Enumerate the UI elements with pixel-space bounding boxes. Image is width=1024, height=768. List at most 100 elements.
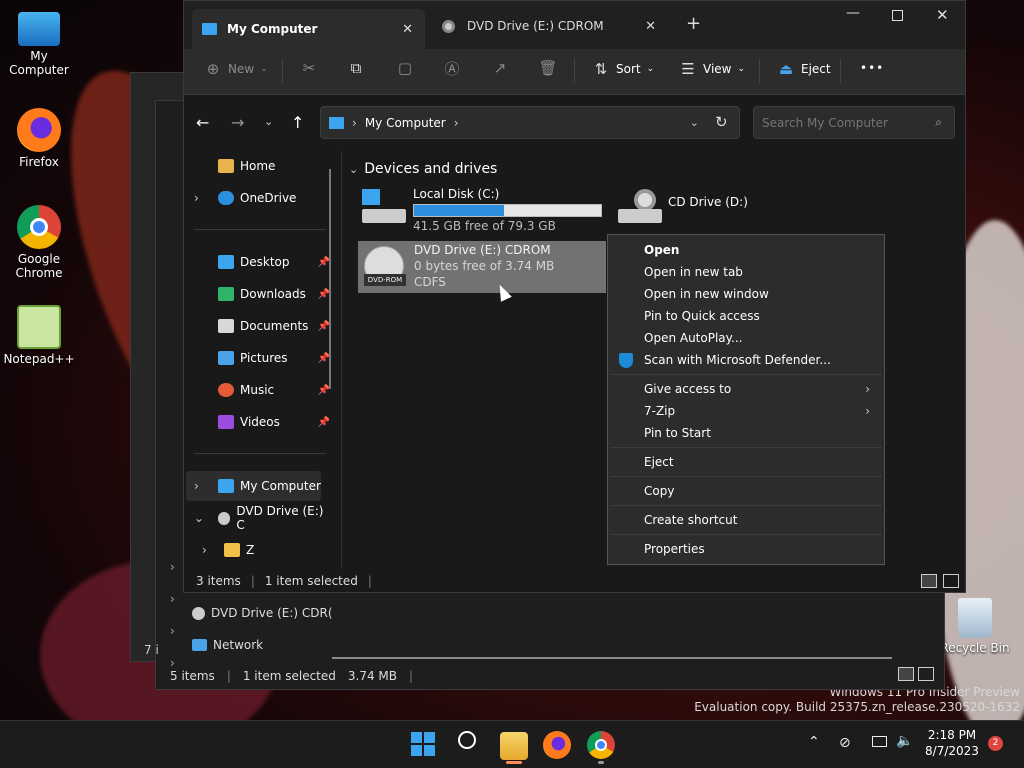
nav-item-downloads[interactable]: Downloads 📌 xyxy=(184,279,334,309)
search-taskbar-icon[interactable] xyxy=(458,731,476,749)
forward-arrow-icon[interactable]: → xyxy=(231,113,244,132)
nav-item-my-computer[interactable]: › My Computer xyxy=(186,471,321,501)
menu-item-pin-quick-access[interactable]: Pin to Quick access xyxy=(608,305,884,327)
delete-icon[interactable]: 🗑 xyxy=(538,59,557,77)
start-button[interactable] xyxy=(411,732,435,756)
search-box[interactable]: ⌕ xyxy=(753,106,955,139)
network-disconnected-icon[interactable]: ⊘ xyxy=(839,735,851,751)
dvd-rom-icon: DVD-ROM xyxy=(364,246,406,286)
navigation-pane: Home › OneDrive Desktop 📌 Downloads 📌 Docu… xyxy=(184,151,334,569)
search-input[interactable] xyxy=(762,115,912,130)
firefox-taskbar-icon[interactable] xyxy=(543,731,571,759)
more-options-button[interactable]: ••• xyxy=(860,61,884,75)
menu-item-give-access[interactable]: Give access to › xyxy=(608,378,884,400)
menu-item-open-new-tab[interactable]: Open in new tab xyxy=(608,261,884,283)
volume-icon[interactable]: 🔈 xyxy=(896,733,913,749)
back-arrow-icon[interactable]: ← xyxy=(196,113,209,132)
menu-item-create-shortcut[interactable]: Create shortcut xyxy=(608,509,884,531)
new-button[interactable]: ⊕ New ⌄ xyxy=(196,51,276,87)
paste-icon[interactable]: ▢ xyxy=(396,59,414,77)
back-scrollbar[interactable] xyxy=(332,657,892,659)
breadcrumb-my-computer[interactable]: My Computer xyxy=(365,116,446,130)
sort-button[interactable]: ⇅ Sort ⌄ xyxy=(584,51,662,87)
chrome-running-indicator xyxy=(598,761,604,764)
nav-item-dvd-drive[interactable]: ⌄ DVD Drive (E:) C xyxy=(184,503,334,533)
file-explorer-taskbar-icon[interactable] xyxy=(500,732,528,760)
address-bar[interactable]: › My Computer › ⌄ xyxy=(320,106,740,139)
menu-item-scan-defender[interactable]: Scan with Microsoft Defender... xyxy=(608,349,884,371)
video-icon xyxy=(218,415,234,429)
cut-icon[interactable]: ✂ xyxy=(300,59,318,77)
dvd-rom-badge: DVD-ROM xyxy=(364,274,406,286)
drive-cd-drive-d[interactable]: CD Drive (D:) xyxy=(616,187,796,235)
back-nav-item-dvd[interactable]: DVD Drive (E:) CDR( xyxy=(192,606,333,620)
close-window-button[interactable]: ✕ xyxy=(936,6,949,24)
pin-icon[interactable]: 📌 xyxy=(318,417,330,428)
dvd-icon xyxy=(192,606,205,620)
share-icon[interactable]: ↗ xyxy=(491,59,509,77)
menu-item-open-autoplay[interactable]: Open AutoPlay... xyxy=(608,327,884,349)
display-icon[interactable] xyxy=(872,736,887,747)
nav-item-folder-z[interactable]: › Z xyxy=(184,535,334,565)
back-partial-label: 7 i xyxy=(144,643,159,657)
menu-item-7zip[interactable]: 7-Zip › xyxy=(608,400,884,422)
back-nav-item-network[interactable]: Network xyxy=(192,638,263,652)
nav-item-music[interactable]: Music 📌 xyxy=(184,375,334,405)
menu-item-pin-start[interactable]: Pin to Start xyxy=(608,422,884,444)
menu-item-properties[interactable]: Properties xyxy=(608,538,884,560)
menu-item-open-new-window[interactable]: Open in new window xyxy=(608,283,884,305)
clock[interactable]: 2:18 PM 8/7/2023 xyxy=(922,727,982,759)
drive-dvd-drive-e[interactable]: DVD-ROM DVD Drive (E:) CDROM 0 bytes fre… xyxy=(358,241,606,293)
address-dropdown-icon[interactable]: ⌄ xyxy=(690,116,699,129)
tab-dvd-drive[interactable]: DVD Drive (E:) CDROM ✕ xyxy=(434,9,664,43)
chrome-taskbar-icon[interactable] xyxy=(587,731,615,759)
defender-shield-icon xyxy=(619,352,633,368)
nav-item-onedrive[interactable]: › OneDrive xyxy=(184,183,334,213)
section-header-devices[interactable]: ⌄ Devices and drives xyxy=(349,161,497,177)
copy-icon[interactable]: ⧉ xyxy=(347,59,365,77)
menu-item-open[interactable]: Open xyxy=(608,239,884,261)
desktop-icon-google-chrome[interactable]: Google Chrome xyxy=(0,205,78,280)
nav-item-videos[interactable]: Videos 📌 xyxy=(184,407,334,437)
details-view-toggle[interactable] xyxy=(921,574,937,588)
desktop-icon-recycle-bin[interactable]: Recycle Bin xyxy=(936,598,1014,655)
nav-item-pictures[interactable]: Pictures 📌 xyxy=(184,343,334,373)
show-hidden-icons-chevron[interactable]: ⌃ xyxy=(808,734,820,750)
tab-label: My Computer xyxy=(227,22,318,36)
refresh-icon[interactable]: ↻ xyxy=(715,113,728,131)
nav-item-desktop[interactable]: Desktop 📌 xyxy=(184,247,334,277)
notification-badge[interactable]: 2 xyxy=(988,736,1003,751)
tab-my-computer[interactable]: My Computer ✕ xyxy=(192,9,425,49)
monitor-icon xyxy=(218,479,234,493)
search-icon[interactable]: ⌕ xyxy=(935,115,942,130)
notepad-plus-plus-icon xyxy=(17,305,61,349)
view-icon: ☰ xyxy=(681,60,695,78)
eject-icon: ⏏ xyxy=(778,60,794,78)
drive-name: DVD Drive (E:) CDROM xyxy=(414,243,551,257)
desktop-icon-my-computer[interactable]: My Computer xyxy=(0,10,78,77)
new-tab-button[interactable]: + xyxy=(686,13,701,34)
minimize-button[interactable]: — xyxy=(846,5,860,21)
rename-icon[interactable]: Ⓐ xyxy=(443,59,461,78)
view-button[interactable]: ☰ View ⌄ xyxy=(671,51,753,87)
desktop-icon-notepad-plus-plus[interactable]: Notepad++ xyxy=(0,305,78,366)
menu-separator xyxy=(610,534,882,535)
drive-free-space: 41.5 GB free of 79.3 GB xyxy=(413,219,556,233)
back-view-toggle[interactable] xyxy=(898,667,934,681)
menu-item-copy[interactable]: Copy xyxy=(608,480,884,502)
close-tab-icon[interactable]: ✕ xyxy=(645,19,656,34)
toolbar-divider xyxy=(840,59,841,83)
nav-scrollbar[interactable] xyxy=(329,169,331,389)
nav-item-home[interactable]: Home xyxy=(184,151,334,181)
tiles-view-toggle[interactable] xyxy=(943,574,959,588)
eject-button[interactable]: ⏏ Eject xyxy=(769,51,839,87)
desktop-icon-firefox[interactable]: Firefox xyxy=(0,108,78,169)
nav-item-documents[interactable]: Documents 📌 xyxy=(184,311,334,341)
tab-label: DVD Drive (E:) CDROM xyxy=(467,19,604,33)
recent-chevron-icon[interactable]: ⌄ xyxy=(264,115,273,128)
drive-local-disk-c[interactable]: Local Disk (C:) 41.5 GB free of 79.3 GB xyxy=(360,187,606,235)
maximize-button[interactable] xyxy=(892,10,903,21)
up-arrow-icon[interactable]: ↑ xyxy=(291,113,304,132)
close-tab-icon[interactable]: ✕ xyxy=(402,22,413,37)
menu-item-eject[interactable]: Eject xyxy=(608,451,884,473)
